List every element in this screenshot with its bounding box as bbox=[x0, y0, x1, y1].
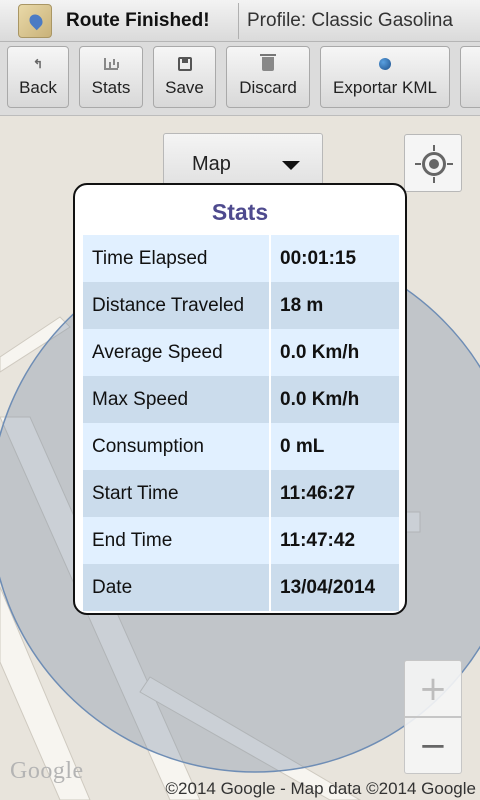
zoom-out-button[interactable]: − bbox=[404, 717, 462, 774]
stat-value: 0.0 Km/h bbox=[271, 329, 399, 376]
discard-icon bbox=[260, 54, 276, 72]
stat-label: Max Speed bbox=[83, 376, 271, 423]
stat-value: 00:01:15 bbox=[271, 235, 399, 282]
stats-row-date: Date 13/04/2014 bbox=[83, 564, 399, 611]
overflow-toolbar-button[interactable] bbox=[460, 46, 480, 108]
title-divider bbox=[238, 2, 239, 39]
stat-label: Date bbox=[83, 564, 271, 611]
toolbar: ↰ Back Stats Save Discard Exportar KML bbox=[0, 42, 480, 116]
stat-value: 0.0 Km/h bbox=[271, 376, 399, 423]
stats-row-distance: Distance Traveled 18 m bbox=[83, 282, 399, 329]
discard-button[interactable]: Discard bbox=[226, 46, 310, 108]
stat-value: 11:47:42 bbox=[271, 517, 399, 564]
stat-value: 11:46:27 bbox=[271, 470, 399, 517]
back-icon: ↰ bbox=[32, 57, 44, 71]
stats-row-consumption: Consumption 0 mL bbox=[83, 423, 399, 470]
stats-row-average-speed: Average Speed 0.0 Km/h bbox=[83, 329, 399, 376]
map-type-label: Map bbox=[192, 152, 231, 175]
stats-table: Time Elapsed 00:01:15 Distance Traveled … bbox=[83, 235, 399, 611]
stats-row-start-time: Start Time 11:46:27 bbox=[83, 470, 399, 517]
stat-label: Average Speed bbox=[83, 329, 271, 376]
zoom-in-button[interactable]: + bbox=[404, 660, 462, 717]
screen-title: Route Finished! bbox=[66, 9, 210, 31]
stat-value: 18 m bbox=[271, 282, 399, 329]
stats-dialog: Stats Time Elapsed 00:01:15 Distance Tra… bbox=[73, 183, 407, 615]
back-label: Back bbox=[19, 78, 57, 97]
profile-label[interactable]: Profile: Classic Gasolina bbox=[247, 10, 480, 32]
globe-icon bbox=[379, 56, 391, 72]
app-map-icon[interactable] bbox=[18, 3, 52, 38]
stat-label: Time Elapsed bbox=[83, 235, 271, 282]
stat-value: 0 mL bbox=[271, 423, 399, 470]
stats-label: Stats bbox=[91, 78, 131, 97]
stats-icon bbox=[104, 56, 118, 72]
stat-value: 13/04/2014 bbox=[271, 564, 399, 611]
stats-row-time-elapsed: Time Elapsed 00:01:15 bbox=[83, 235, 399, 282]
stat-label: Consumption bbox=[83, 423, 271, 470]
action-bar: Route Finished! Profile: Classic Gasolin… bbox=[0, 0, 480, 42]
stat-label: Start Time bbox=[83, 470, 271, 517]
stats-row-end-time: End Time 11:47:42 bbox=[83, 517, 399, 564]
back-button[interactable]: ↰ Back bbox=[7, 46, 69, 108]
export-kml-label: Exportar KML bbox=[333, 78, 437, 97]
save-label: Save bbox=[165, 78, 204, 97]
save-button[interactable]: Save bbox=[153, 46, 216, 108]
stat-label: End Time bbox=[83, 517, 271, 564]
stats-row-max-speed: Max Speed 0.0 Km/h bbox=[83, 376, 399, 423]
stats-button[interactable]: Stats bbox=[79, 46, 143, 108]
dropdown-caret-icon bbox=[282, 161, 300, 170]
google-logo: Google bbox=[10, 758, 84, 784]
export-kml-button[interactable]: Exportar KML bbox=[320, 46, 450, 108]
my-location-button[interactable] bbox=[404, 134, 462, 192]
dialog-title: Stats bbox=[211, 199, 269, 225]
map-attribution[interactable]: ©2014 Google - Map data ©2014 Google bbox=[166, 779, 476, 799]
stat-label: Distance Traveled bbox=[83, 282, 271, 329]
discard-label: Discard bbox=[239, 78, 297, 97]
save-icon bbox=[177, 56, 192, 72]
